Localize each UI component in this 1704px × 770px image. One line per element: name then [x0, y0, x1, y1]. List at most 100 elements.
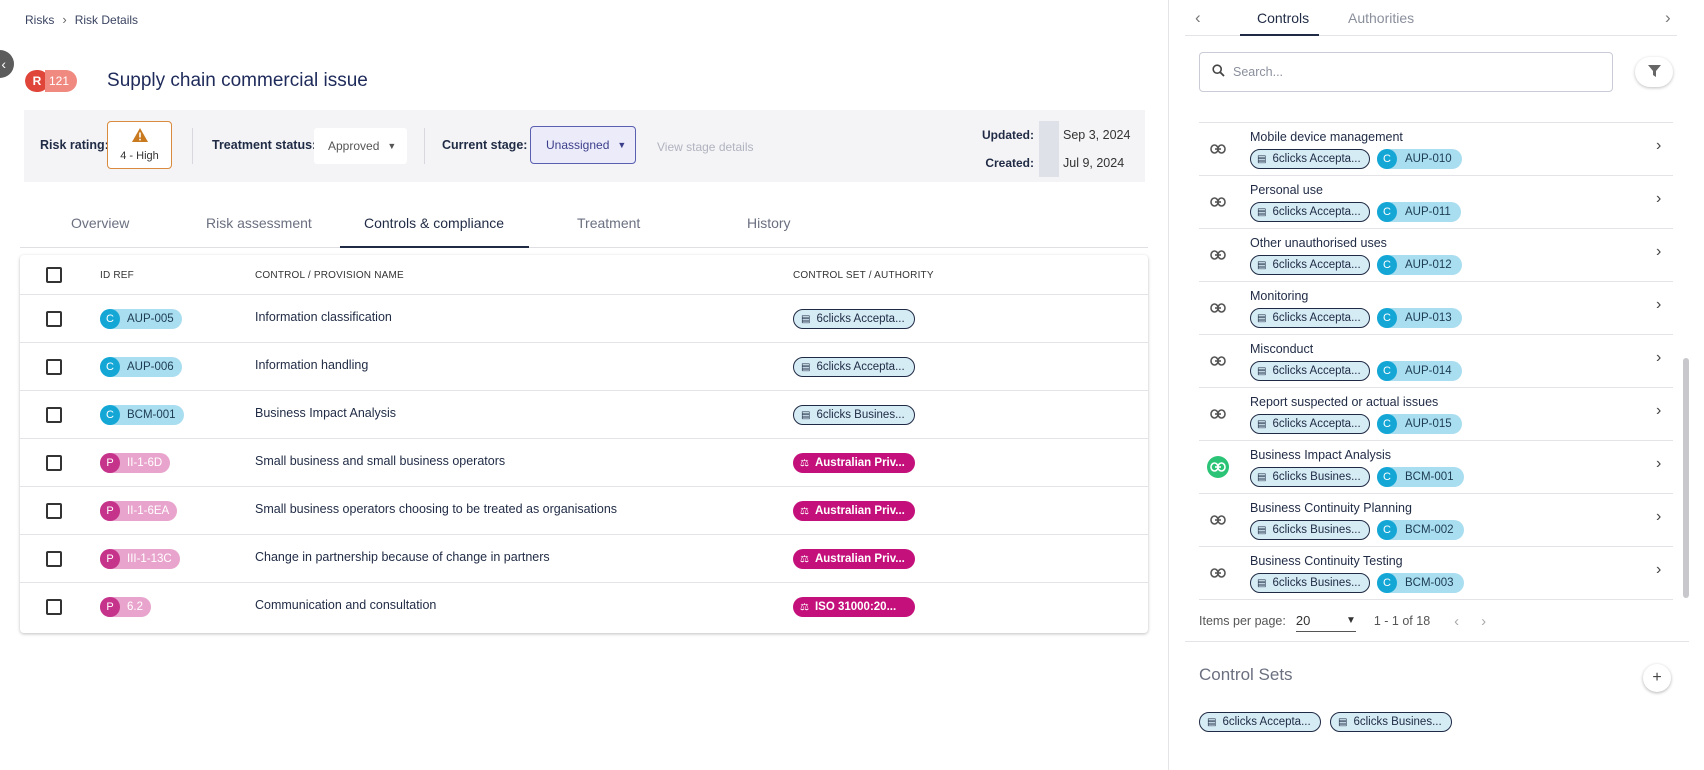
control-name[interactable]: Information classification [255, 310, 392, 324]
tab-authorities[interactable]: Authorities [1348, 10, 1414, 26]
row-checkbox[interactable] [46, 359, 62, 375]
control-set-pill[interactable]: ▤ 6clicks Accepta... [1250, 149, 1370, 169]
header-control-set[interactable]: CONTROL SET / AUTHORITY [793, 270, 934, 281]
control-name[interactable]: Communication and consultation [255, 598, 436, 612]
tab-controls-compliance[interactable]: Controls & compliance [364, 215, 504, 231]
control-set-pill[interactable]: ▤ 6clicks Busines... [793, 405, 915, 425]
link-icon[interactable] [1207, 350, 1229, 372]
table-row[interactable]: P II-1-6D Small business and small busines… [20, 439, 1148, 487]
table-row[interactable]: P 6.2 Communication and consultation ⚖ ISO 3… [20, 583, 1148, 631]
current-stage-value: Unassigned [546, 138, 610, 152]
row-checkbox[interactable] [46, 311, 62, 327]
control-set-pill[interactable]: ▤ 6clicks Busines... [1330, 712, 1452, 732]
control-set-pill[interactable]: ▤ 6clicks Accepta... [1250, 202, 1370, 222]
document-icon: ▤ [1257, 418, 1267, 430]
link-icon[interactable] [1207, 456, 1229, 478]
chevron-right-icon[interactable]: › [1656, 561, 1661, 579]
view-stage-details-link[interactable]: View stage details [657, 140, 754, 154]
control-list-item[interactable]: Monitoring ▤ 6clicks Accepta... C AUP-013 › [1199, 282, 1673, 335]
row-checkbox[interactable] [46, 407, 62, 423]
treatment-status-select[interactable]: Approved ▼ [314, 128, 407, 164]
items-per-page-select[interactable]: 20 ▼ [1295, 610, 1356, 632]
control-name[interactable]: Information handling [255, 358, 368, 372]
control-set-pill[interactable]: ▤ 6clicks Accepta... [1199, 712, 1321, 732]
control-set-pill[interactable]: ▤ 6clicks Busines... [1250, 520, 1370, 540]
chevron-right-icon[interactable]: › [1656, 508, 1661, 526]
type-letter: P [100, 453, 120, 473]
tab-overview[interactable]: Overview [71, 215, 129, 231]
risk-rating-badge[interactable]: 4 - High [107, 121, 172, 169]
add-control-set-button[interactable]: + [1643, 664, 1671, 692]
chevron-right-icon[interactable]: › [1656, 190, 1661, 208]
control-list-item[interactable]: Business Continuity Planning ▤ 6clicks Bus… [1199, 494, 1673, 547]
control-list-item[interactable]: Other unauthorised uses ▤ 6clicks Accepta.… [1199, 229, 1673, 282]
filter-button[interactable] [1635, 57, 1673, 87]
control-set-pill[interactable]: ▤ 6clicks Accepta... [793, 309, 915, 329]
tab-treatment[interactable]: Treatment [577, 215, 640, 231]
link-icon[interactable] [1207, 191, 1229, 213]
next-page-icon[interactable]: › [1481, 613, 1486, 630]
scrollbar[interactable] [1683, 358, 1689, 598]
row-checkbox[interactable] [46, 455, 62, 471]
breadcrumb-risks[interactable]: Risks [25, 13, 54, 27]
control-name[interactable]: Change in partnership because of change … [255, 550, 550, 564]
header-control-name[interactable]: CONTROL / PROVISION NAME [255, 270, 404, 281]
control-set-pill[interactable]: ▤ 6clicks Busines... [1250, 467, 1370, 487]
link-icon[interactable] [1207, 562, 1229, 584]
table-row[interactable]: P III-1-13C Change in partnership because … [20, 535, 1148, 583]
row-checkbox[interactable] [46, 551, 62, 567]
current-stage-select[interactable]: Unassigned ▼ [530, 126, 636, 164]
chevron-right-icon[interactable]: › [1656, 243, 1661, 261]
tab-risk-assessment[interactable]: Risk assessment [206, 215, 312, 231]
select-all-checkbox[interactable] [46, 267, 62, 283]
chevron-right-icon[interactable]: › [1656, 349, 1661, 367]
control-set-pill[interactable]: ▤ 6clicks Accepta... [1250, 414, 1370, 434]
control-set-pill[interactable]: ▤ 6clicks Busines... [1250, 573, 1370, 593]
control-set-pill[interactable]: ▤ 6clicks Accepta... [793, 357, 915, 377]
control-set-pill[interactable]: ⚖ Australian Priv... [793, 549, 915, 569]
collapse-sidebar-button[interactable]: ‹ [0, 50, 14, 78]
control-name[interactable]: Small business operators choosing to be … [255, 502, 617, 516]
search-input[interactable] [1233, 65, 1593, 79]
chevron-right-icon[interactable]: › [1665, 8, 1671, 28]
control-list-item[interactable]: Report suspected or actual issues ▤ 6click… [1199, 388, 1673, 441]
link-icon[interactable] [1207, 509, 1229, 531]
control-title: Personal use [1250, 183, 1323, 197]
table-row[interactable]: P II-1-6EA Small business operators choosi… [20, 487, 1148, 535]
chevron-right-icon[interactable]: › [1656, 402, 1661, 420]
chevron-right-icon[interactable]: › [1656, 137, 1661, 155]
control-list-item[interactable]: Business Continuity Testing ▤ 6clicks Busi… [1199, 547, 1673, 600]
chevron-right-icon[interactable]: › [1656, 455, 1661, 473]
control-set-pill[interactable]: ▤ 6clicks Accepta... [1250, 361, 1370, 381]
table-row[interactable]: C AUP-005 Information classification ▤ 6clic… [20, 295, 1148, 343]
control-set-pill[interactable]: ⚖ Australian Priv... [793, 501, 915, 521]
control-name[interactable]: Business Impact Analysis [255, 406, 396, 420]
tab-history[interactable]: History [747, 215, 791, 231]
control-list-item[interactable]: Business Impact Analysis ▤ 6clicks Busines… [1199, 441, 1673, 494]
control-set-label: 6clicks Accepta... [1272, 312, 1361, 324]
control-set-pill[interactable]: ⚖ ISO 31000:20... [793, 597, 915, 617]
control-set-pill[interactable]: ▤ 6clicks Accepta... [1250, 308, 1370, 328]
link-icon[interactable] [1207, 403, 1229, 425]
row-checkbox[interactable] [46, 503, 62, 519]
table-row[interactable]: C AUP-006 Information handling ▤ 6clicks Acc… [20, 343, 1148, 391]
chevron-right-icon[interactable]: › [1656, 296, 1661, 314]
link-icon[interactable] [1207, 138, 1229, 160]
table-row[interactable]: C BCM-001 Business Impact Analysis ▤ 6clicks… [20, 391, 1148, 439]
tab-controls[interactable]: Controls [1257, 10, 1309, 26]
control-name[interactable]: Small business and small business operat… [255, 454, 505, 468]
control-set-pill[interactable]: ▤ 6clicks Accepta... [1250, 255, 1370, 275]
chevron-left-icon[interactable]: ‹ [1195, 8, 1201, 28]
control-title: Mobile device management [1250, 130, 1403, 144]
previous-page-icon[interactable]: ‹ [1454, 613, 1459, 630]
caret-down-icon: ▼ [387, 141, 397, 151]
control-set-pill[interactable]: ⚖ Australian Priv... [793, 453, 915, 473]
risk-rating-value: 4 - High [120, 150, 159, 162]
control-list-item[interactable]: Misconduct ▤ 6clicks Accepta... C AUP-014 › [1199, 335, 1673, 388]
link-icon[interactable] [1207, 244, 1229, 266]
link-icon[interactable] [1207, 297, 1229, 319]
header-id-ref[interactable]: ID REF [100, 270, 134, 281]
row-checkbox[interactable] [46, 599, 62, 615]
control-list-item[interactable]: Mobile device management ▤ 6clicks Accepta… [1199, 123, 1673, 176]
control-list-item[interactable]: Personal use ▤ 6clicks Accepta... C AUP-011 › [1199, 176, 1673, 229]
